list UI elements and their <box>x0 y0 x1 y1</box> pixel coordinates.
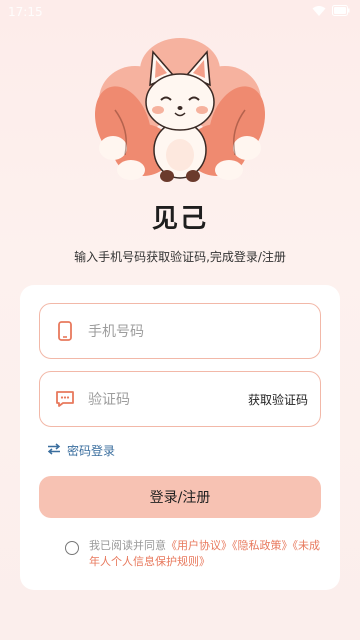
fox-mascot-logo <box>94 30 266 195</box>
phone-input[interactable]: 手机号码 <box>88 321 320 341</box>
password-login-link[interactable]: 密码登录 <box>47 442 115 459</box>
password-login-label: 密码登录 <box>67 444 116 458</box>
message-icon <box>54 388 76 410</box>
agreement-row: 我已阅读并同意《用户协议》《隐私政策》《未成年人个人信息保护规则》 <box>65 538 325 570</box>
wifi-icon <box>312 5 326 20</box>
phone-field[interactable]: 手机号码 <box>39 303 321 359</box>
login-register-button[interactable]: 登录/注册 <box>39 476 321 518</box>
page-subtitle: 输入手机号码获取验证码,完成登录/注册 <box>74 250 286 264</box>
login-card: 手机号码 验证码 获取验证码 密码登录 登录/注册 我已阅读并同意《用户协议》《… <box>20 285 340 590</box>
phone-icon <box>54 320 76 342</box>
status-bar: 17:15 <box>0 0 360 24</box>
agreement-prefix: 我已阅读并同意 <box>89 539 166 552</box>
agreement-text: 我已阅读并同意《用户协议》《隐私政策》《未成年人个人信息保护规则》 <box>89 538 325 570</box>
get-code-button[interactable]: 获取验证码 <box>248 391 308 408</box>
user-agreement-link[interactable]: 《用户协议》 <box>166 539 232 552</box>
code-input[interactable]: 验证码 <box>88 389 248 409</box>
privacy-policy-link[interactable]: 《隐私政策》 <box>232 539 293 552</box>
agreement-radio[interactable] <box>65 541 79 555</box>
verification-code-field[interactable]: 验证码 获取验证码 <box>39 371 321 427</box>
app-name: 见己 <box>151 204 208 234</box>
status-icons <box>312 5 350 20</box>
status-time: 17:15 <box>8 5 43 19</box>
swap-icon <box>47 443 61 458</box>
battery-icon <box>332 5 350 19</box>
